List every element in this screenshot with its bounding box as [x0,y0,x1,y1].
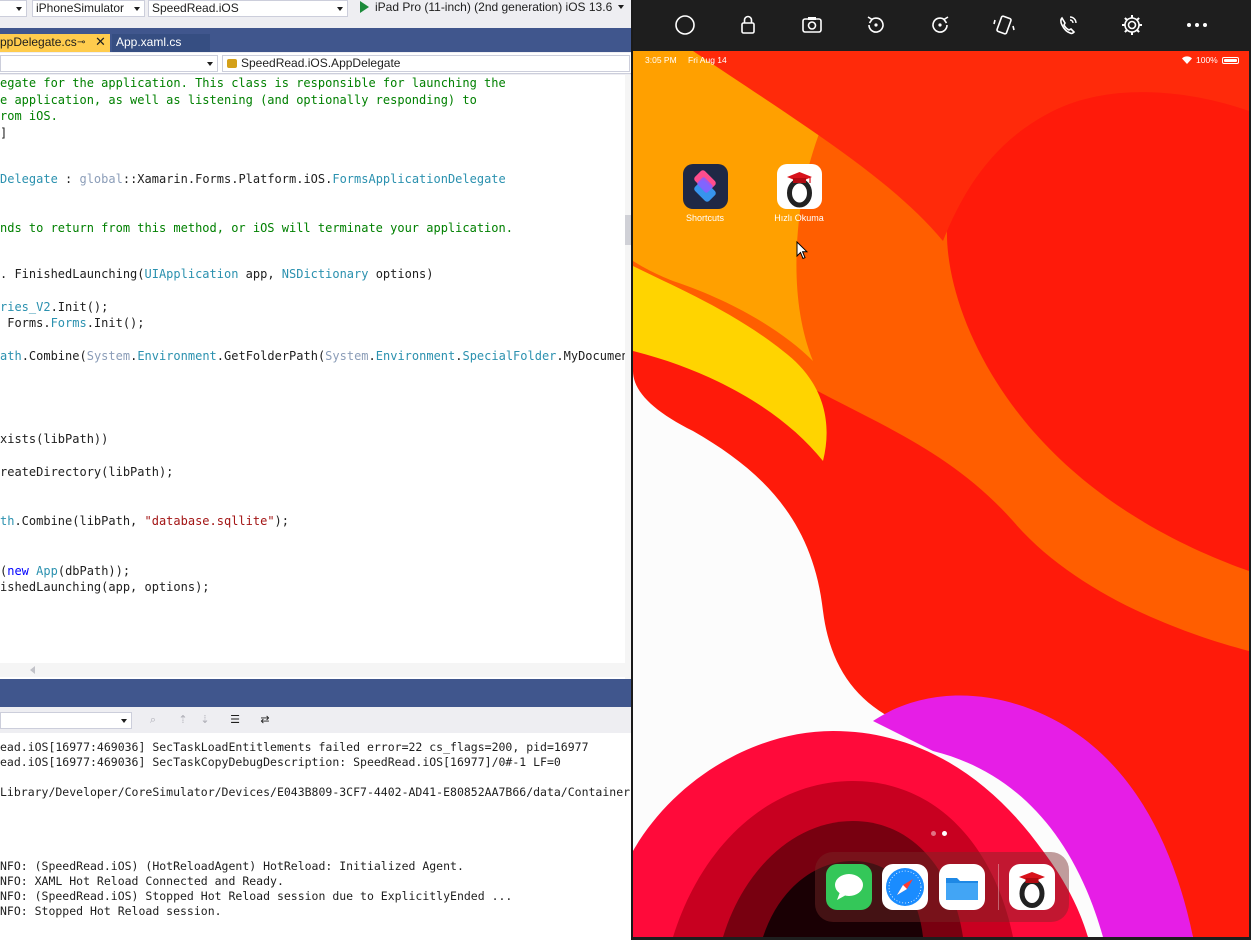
type-navigation-value: SpeedRead.iOS.AppDelegate [241,56,401,70]
platform-value: iPhoneSimulator [36,1,125,15]
chevron-down-icon [207,62,213,66]
mouse-cursor-icon [796,241,808,260]
previous-message-icon[interactable]: ⇡ [176,713,190,727]
code-line: Delegate : global::Xamarin.Forms.Platfor… [0,172,506,186]
files-icon[interactable] [939,864,985,910]
output-toolbar: ⌕ ⇡ ⇣ ☰ ⇄ [0,707,631,733]
startup-project-dropdown[interactable]: SpeedRead.iOS [148,0,348,17]
code-line: Forms.Forms.Init(); [0,316,145,330]
safari-icon[interactable] [882,864,928,910]
settings-gear-icon[interactable] [1119,12,1145,38]
tab-label: App.xaml.cs [116,35,182,49]
hizli-okuma-icon[interactable] [1009,864,1055,910]
status-time: 3:05 PM [645,55,677,65]
document-tabstrip: ppDelegate.cs ⊸ ✕ App.xaml.cs [0,28,631,52]
output-pane[interactable]: ead.iOS[16977:469036] SecTaskLoadEntitle… [0,733,631,940]
chevron-down-icon [16,7,22,11]
more-icon[interactable] [1184,12,1210,38]
code-line: xists(libPath)) [0,431,109,446]
output-line: NFO: (SpeedRead.iOS) Stopped Hot Reload … [0,889,513,903]
pin-icon[interactable]: ⊸ [77,34,85,51]
code-line: egate for the application. This class is… [0,76,506,90]
code-line: reateDirectory(libPath); [0,465,174,479]
code-line: . FinishedLaunching(UIApplication app, N… [0,267,434,281]
next-message-icon[interactable]: ⇣ [198,713,212,727]
chevron-down-icon[interactable] [618,5,625,9]
output-panel-title-bar [0,679,631,707]
code-line: ishedLaunching(app, options); [0,580,210,594]
app-label: Shortcuts [685,213,725,223]
code-line: th.Combine(libPath, "database.sqllite"); [0,514,289,528]
type-navigation-dropdown[interactable]: SpeedRead.iOS.AppDelegate [222,55,630,72]
dock-separator [998,864,999,910]
code-line: ] [0,125,8,140]
page-dot[interactable] [931,831,936,836]
tab-app-xaml-cs[interactable]: App.xaml.cs [112,34,210,52]
lock-icon[interactable] [735,12,761,38]
play-icon [360,1,369,13]
code-line: (new App(dbPath)); [0,564,131,578]
simulator-toolbar [633,0,1251,51]
chevron-down-icon [121,719,127,723]
rotate-left-icon[interactable] [863,12,889,38]
platform-dropdown[interactable]: iPhoneSimulator [32,0,145,17]
tab-label: ppDelegate.cs [0,35,77,49]
shake-icon[interactable] [991,12,1017,38]
output-line: Library/Developer/CoreSimulator/Devices/… [0,785,631,799]
output-line: ead.iOS[16977:469036] SecTaskCopyDebugDe… [0,755,561,769]
output-line: ead.iOS[16977:469036] SecTaskLoadEntitle… [0,740,589,754]
page-indicator[interactable] [931,831,951,837]
vs-toolbar: iPhoneSimulator SpeedRead.iOS iPad Pro (… [0,0,631,28]
hizli-okuma-icon[interactable] [776,164,822,209]
run-button[interactable]: iPad Pro (11-inch) (2nd generation) iOS … [356,0,625,17]
rotate-right-icon[interactable] [927,12,953,38]
chevron-down-icon [337,7,343,11]
code-line: ries_V2.Init(); [0,300,109,314]
battery-icon [1222,57,1239,64]
close-icon[interactable]: ✕ [95,33,106,50]
clear-all-icon[interactable]: ☰ [228,713,242,727]
configuration-dropdown[interactable] [0,0,27,17]
horizontal-scrollbar[interactable] [0,663,625,677]
shortcuts-icon[interactable] [682,164,728,209]
code-editor[interactable]: egate for the application. This class is… [0,75,631,679]
project-navigation-dropdown[interactable] [0,55,218,72]
app-label: Hızlı Okuma [774,213,824,223]
ios-simulator-window: 3:05 PM Fri Aug 14 100% Shortcuts Hızlı … [633,0,1251,940]
navigation-bar: SpeedRead.iOS.AppDelegate [0,53,631,74]
run-target-label: iPad Pro (11-inch) (2nd generation) iOS … [375,0,613,14]
ios-status-bar: 3:05 PM Fri Aug 14 100% [633,51,1249,69]
chevron-down-icon [134,7,140,11]
battery-percentage: 100% [1196,55,1218,65]
scroll-left-icon[interactable] [30,666,35,674]
tab-appdelegate[interactable]: ppDelegate.cs ⊸ ✕ [0,34,110,52]
status-date: Fri Aug 14 [688,55,727,65]
toggle-word-wrap-icon[interactable]: ⇄ [258,713,272,727]
class-icon [227,59,237,68]
find-message-icon[interactable]: ⌕ [146,713,160,727]
screenshot-camera-icon[interactable] [799,12,825,38]
page-dot-current[interactable] [942,831,947,836]
code-line: rom iOS. [0,109,58,123]
code-line: nds to return from this method, or iOS w… [0,221,513,235]
home-circle-icon[interactable] [672,12,698,38]
code-line: ath.Combine(System.Environment.GetFolder… [0,349,631,363]
wifi-icon [1182,56,1192,64]
visual-studio-window: iPhoneSimulator SpeedRead.iOS iPad Pro (… [0,0,631,940]
app-hizli-okuma[interactable]: Hızlı Okuma [769,164,829,223]
output-line: NFO: Stopped Hot Reload session. [0,904,222,918]
output-line: NFO: (SpeedRead.iOS) (HotReloadAgent) Ho… [0,859,464,873]
output-line: NFO: XAML Hot Reload Connected and Ready… [0,874,284,888]
code-line: e application, as well as listening (and… [0,92,477,107]
output-source-dropdown[interactable] [0,712,132,729]
messages-icon[interactable] [826,864,872,910]
startup-project-value: SpeedRead.iOS [152,1,239,15]
ipad-screen[interactable]: 3:05 PM Fri Aug 14 100% Shortcuts Hızlı … [633,51,1249,937]
dock [815,852,1069,922]
app-shortcuts[interactable]: Shortcuts [675,164,735,223]
siri-icon[interactable] [1055,12,1081,38]
